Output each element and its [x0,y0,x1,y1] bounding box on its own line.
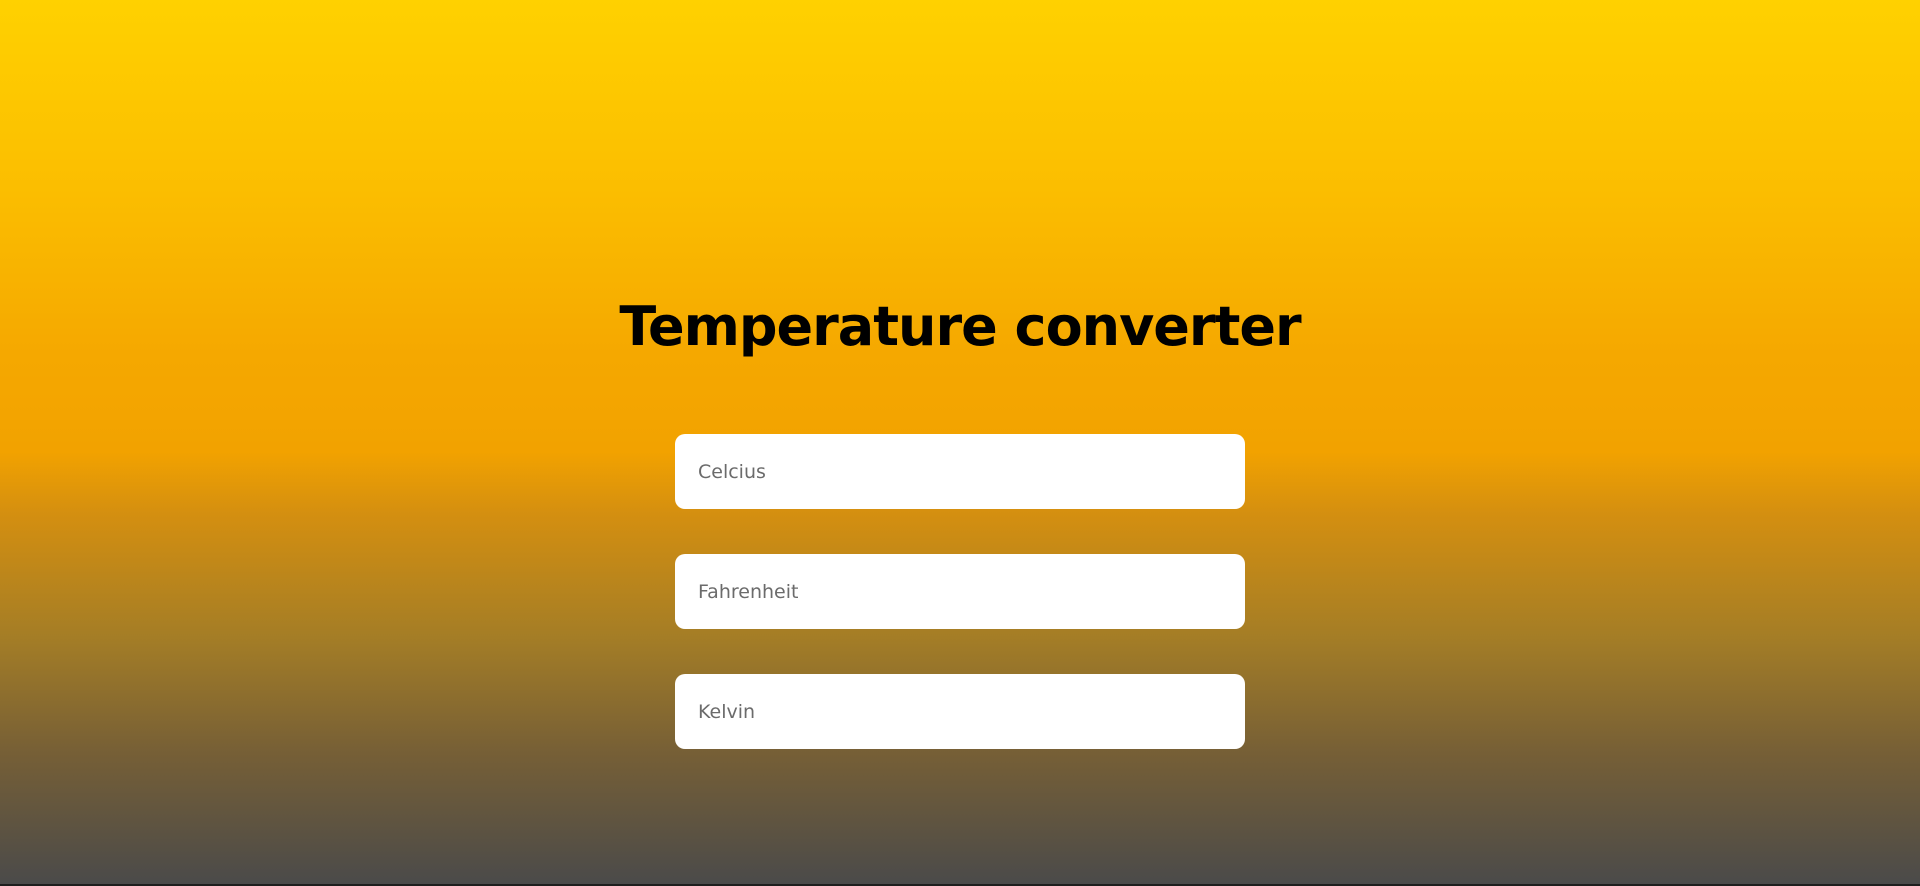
kelvin-input[interactable] [675,674,1245,749]
page-title: Temperature converter [619,295,1301,358]
fahrenheit-input[interactable] [675,554,1245,629]
celcius-input[interactable] [675,434,1245,509]
converter-page: Temperature converter [0,0,1920,886]
